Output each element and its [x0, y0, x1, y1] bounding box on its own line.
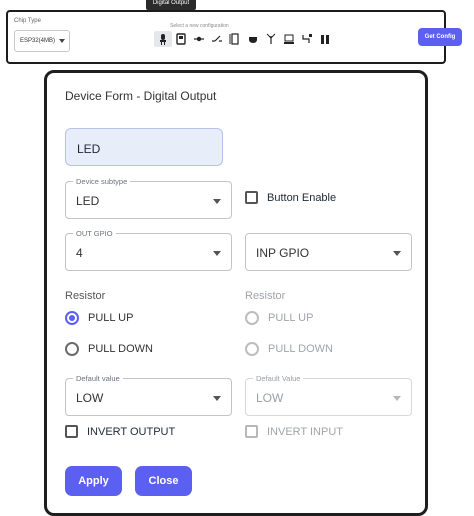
- modal-title: Device Form - Digital Output: [65, 89, 217, 103]
- digital-output-icon[interactable]: [154, 31, 172, 47]
- chevron-down-icon: [213, 396, 221, 401]
- radio-button[interactable]: [245, 342, 259, 356]
- servo-icon[interactable]: [190, 31, 208, 47]
- default-value-label: Default Value: [253, 374, 304, 383]
- device-name-input[interactable]: LED: [65, 128, 223, 166]
- default-value-output-select[interactable]: Default value LOW: [65, 374, 232, 416]
- chip-type-select[interactable]: ESP32(4MB): [14, 30, 70, 52]
- default-value-input: LOW: [256, 391, 284, 405]
- radio-button[interactable]: [65, 342, 79, 356]
- switch-icon[interactable]: [208, 31, 226, 47]
- invert-output-checkbox[interactable]: INVERT OUTPUT: [65, 425, 175, 438]
- out-gpio-value: 4: [76, 246, 83, 260]
- checkbox-box[interactable]: [245, 191, 258, 204]
- default-value-input-select[interactable]: Default Value LOW: [245, 374, 412, 416]
- inp-gpio-select[interactable]: INP GPIO: [245, 233, 412, 271]
- chevron-down-icon: [393, 251, 401, 256]
- radio-label: PULL DOWN: [88, 343, 153, 355]
- invert-input-label: INVERT INPUT: [267, 425, 343, 438]
- out-gpio-select[interactable]: OUT GPIO 4: [65, 229, 232, 271]
- chip-type-value: ESP32(4MB): [20, 38, 56, 44]
- resistor-label-input: Resistor: [245, 290, 286, 302]
- get-config-button[interactable]: Get Config: [418, 28, 462, 46]
- select-config-label: Select a new configuration: [170, 23, 229, 29]
- display-icon[interactable]: [280, 31, 298, 47]
- checkbox-box[interactable]: [245, 425, 258, 438]
- radio-button[interactable]: [245, 311, 259, 325]
- close-button[interactable]: Close: [135, 466, 192, 496]
- inp-gpio-placeholder: INP GPIO: [256, 246, 310, 260]
- digital-output-tooltip: Digital Output: [146, 0, 196, 10]
- buzzer-icon[interactable]: [244, 31, 262, 47]
- checkbox-box[interactable]: [65, 425, 78, 438]
- radio-button-checked[interactable]: [65, 311, 79, 325]
- antenna-icon[interactable]: [262, 31, 280, 47]
- radio-label: PULL DOWN: [268, 343, 333, 355]
- radio-label: PULL UP: [88, 312, 134, 324]
- device-subtype-label: Device subtype: [73, 177, 131, 186]
- device-subtype-value: LED: [76, 194, 100, 208]
- battery-icon[interactable]: [316, 31, 334, 47]
- button-enable-checkbox[interactable]: Button Enable: [245, 191, 336, 204]
- resistor-label-output: Resistor: [65, 290, 106, 302]
- chevron-down-icon: [213, 251, 221, 256]
- config-toolbar: Chip Type ESP32(4MB) Select a new config…: [6, 10, 462, 64]
- chevron-down-icon: [393, 396, 401, 401]
- device-form-modal: Device Form - Digital Output LED Device …: [44, 70, 428, 516]
- invert-output-label: INVERT OUTPUT: [87, 425, 176, 438]
- rgb-led-icon[interactable]: [298, 31, 316, 47]
- chevron-down-icon: [213, 199, 221, 204]
- button-enable-label: Button Enable: [267, 191, 337, 204]
- radio-pull-down-output[interactable]: PULL DOWN: [65, 342, 153, 356]
- chevron-down-icon: [59, 39, 65, 43]
- chip-type-label: Chip Type: [14, 18, 41, 24]
- out-gpio-label: OUT GPIO: [73, 229, 116, 238]
- radio-pull-down-input[interactable]: PULL DOWN: [245, 342, 333, 356]
- relay-icon[interactable]: [226, 31, 244, 47]
- device-type-icons: [154, 31, 334, 47]
- radio-pull-up-output[interactable]: PULL UP: [65, 311, 133, 325]
- device-subtype-select[interactable]: Device subtype LED: [65, 177, 232, 219]
- default-value-output: LOW: [76, 391, 104, 405]
- invert-input-checkbox[interactable]: INVERT INPUT: [245, 425, 343, 438]
- apply-button[interactable]: Apply: [65, 466, 122, 496]
- default-value-label: Default value: [73, 374, 123, 383]
- digital-input-icon[interactable]: [172, 31, 190, 47]
- radio-label: PULL UP: [268, 312, 314, 324]
- radio-pull-up-input[interactable]: PULL UP: [245, 311, 313, 325]
